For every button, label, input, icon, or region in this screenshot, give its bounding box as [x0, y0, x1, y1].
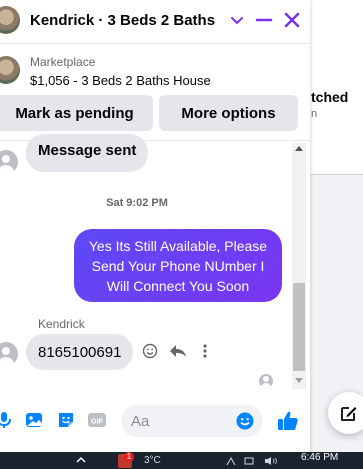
clock-time[interactable]: 6:46 PM [301, 452, 338, 463]
background-card [310, 0, 363, 175]
message-bubble-received[interactable]: Message sent [26, 134, 149, 172]
reply-icon[interactable] [169, 343, 187, 359]
weather-text[interactable]: 3°C [144, 455, 161, 466]
photo-icon[interactable] [24, 410, 44, 430]
seen-avatar [259, 374, 273, 388]
scroll-down-arrow-icon[interactable] [295, 378, 303, 383]
background-partial-text: tched [311, 89, 349, 105]
chat-header[interactable]: Kendrick · 3 Beds 2 Baths ... [0, 0, 310, 44]
new-message-button[interactable] [328, 392, 363, 434]
more-options-button[interactable]: More options [159, 95, 298, 131]
minimize-icon[interactable] [254, 10, 274, 30]
message-text: Message sent [38, 142, 137, 159]
composer: GIF [0, 398, 310, 448]
marketplace-label: Marketplace [30, 55, 96, 69]
message-bubble-sent[interactable]: Yes Its Still Available, Please Send You… [74, 229, 282, 302]
compose-icon [341, 407, 357, 421]
system-tray-icons[interactable] [225, 456, 285, 466]
sticker-icon[interactable] [56, 410, 76, 430]
message-timestamp: Sat 9:02 PM [106, 197, 168, 209]
gif-icon[interactable]: GIF [87, 410, 107, 430]
mark-as-pending-button[interactable]: Mark as pending [0, 95, 153, 131]
microphone-icon[interactable] [0, 410, 14, 430]
scroll-up-arrow-icon[interactable] [295, 146, 303, 151]
taskbar: 1 3°C 6:46 PM [0, 452, 363, 469]
listing-title[interactable]: $1,056 - 3 Beds 2 Baths House [30, 73, 211, 88]
gif-label: GIF [91, 417, 104, 426]
notification-badge: 1 [124, 452, 134, 462]
smiley-react-icon[interactable] [142, 343, 158, 359]
chevron-up-icon[interactable] [76, 456, 86, 464]
listing-avatar[interactable] [0, 6, 20, 34]
chat-window: Kendrick · 3 Beds 2 Baths ... Marketplac… [0, 0, 310, 452]
background-partial-subtext: n [311, 108, 318, 120]
emoji-icon[interactable] [236, 412, 254, 430]
message-bubble-received[interactable]: 8165100691 [26, 334, 134, 370]
scrollbar-thumb[interactable] [293, 283, 305, 371]
marketplace-thumbnail[interactable] [0, 56, 20, 84]
chat-title[interactable]: Kendrick · 3 Beds 2 Baths ... [30, 12, 220, 29]
close-icon[interactable] [282, 10, 302, 30]
sender-name: Kendrick [38, 317, 85, 331]
chevron-down-icon[interactable] [229, 12, 245, 28]
thumbs-up-icon[interactable] [277, 410, 299, 432]
more-vertical-icon[interactable] [201, 343, 209, 359]
